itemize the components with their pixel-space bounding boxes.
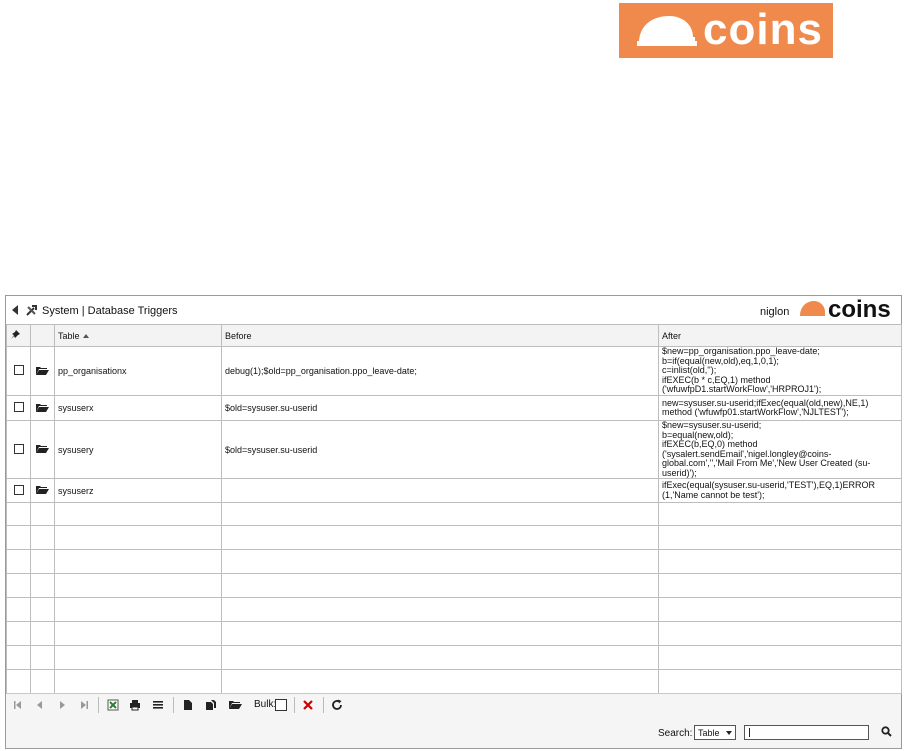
- tools-icon: [26, 305, 37, 316]
- row-checkbox[interactable]: [13, 365, 24, 375]
- logo-text: coins: [703, 5, 823, 54]
- triggers-table: Table Before After pp_organisationx debu…: [6, 324, 902, 694]
- cell-before: $old=sysuser.su-userid: [221, 420, 659, 479]
- empty-row: [6, 549, 902, 574]
- hard-hat-icon: [637, 16, 697, 46]
- cell-table: sysuserx: [54, 395, 222, 421]
- cell-before: [221, 478, 659, 503]
- list-view-icon[interactable]: [151, 698, 165, 712]
- search-input[interactable]: [744, 725, 869, 740]
- row-checkbox[interactable]: [13, 402, 24, 412]
- text-cursor: [749, 728, 750, 737]
- chevron-down-icon: [726, 731, 732, 735]
- cell-before: $old=sysuser.su-userid: [221, 395, 659, 421]
- empty-row: [6, 502, 902, 526]
- search-select-value: Table: [698, 727, 720, 738]
- row-checkbox[interactable]: [13, 484, 24, 495]
- empty-row: [6, 621, 902, 646]
- next-page-icon[interactable]: [56, 698, 68, 712]
- copy-record-icon[interactable]: [204, 698, 218, 712]
- column-header-before[interactable]: Before: [221, 324, 659, 347]
- folder-open-icon[interactable]: [228, 698, 242, 712]
- empty-row: [6, 669, 902, 694]
- mini-logo-text: coins: [828, 296, 891, 323]
- previous-page-icon[interactable]: [34, 698, 46, 712]
- last-page-icon[interactable]: [78, 698, 90, 712]
- bulk-label: Bulk:: [254, 699, 277, 710]
- export-excel-icon[interactable]: [106, 698, 120, 712]
- pin-icon: [11, 330, 20, 339]
- table-row[interactable]: sysusery $old=sysuser.su-userid $new=sys…: [6, 420, 902, 479]
- delete-icon[interactable]: [301, 698, 315, 712]
- grid-toolbar: Bulk:: [6, 693, 901, 717]
- search-icon[interactable]: [881, 726, 892, 737]
- row-checkbox[interactable]: [13, 443, 24, 454]
- empty-row: [6, 573, 902, 598]
- search-label: Search:: [658, 728, 693, 739]
- pin-column-header[interactable]: [6, 324, 31, 347]
- table-row[interactable]: sysuserz ifExec(equal(sysuser.su-userid,…: [6, 478, 902, 503]
- sort-ascending-icon: [82, 334, 89, 339]
- table-row[interactable]: pp_organisationx debug(1);$old=pp_organi…: [6, 346, 902, 396]
- cell-after: $new=pp_organisation.ppo_leave-date; b=if…: [658, 346, 902, 396]
- back-arrow-icon[interactable]: [12, 305, 18, 315]
- refresh-icon[interactable]: [330, 698, 344, 712]
- database-triggers-window: System | Database Triggers niglon coins …: [5, 295, 902, 749]
- cell-table: pp_organisationx: [54, 346, 222, 396]
- coins-logo: coins: [619, 3, 833, 58]
- toolbar-divider: [294, 697, 295, 713]
- cell-after: ifExec(equal(sysuser.su-userid,'TEST'),E…: [658, 478, 902, 503]
- toolbar-divider: [98, 697, 99, 713]
- title-bar: System | Database Triggers niglon coins: [6, 296, 901, 326]
- icon-column-header: [30, 324, 55, 347]
- print-icon[interactable]: [128, 698, 142, 712]
- folder-open-icon[interactable]: [36, 444, 49, 453]
- search-bar: Search: Table: [6, 716, 901, 748]
- table-row[interactable]: sysuserx $old=sysuser.su-userid new=sysu…: [6, 395, 902, 421]
- folder-open-icon[interactable]: [36, 366, 49, 375]
- empty-row: [6, 645, 902, 670]
- toolbar-divider: [173, 697, 174, 713]
- column-header-after[interactable]: After: [658, 324, 902, 347]
- bulk-checkbox[interactable]: [275, 699, 287, 711]
- hard-hat-icon: [800, 301, 825, 316]
- cell-before: debug(1);$old=pp_organisation.ppo_leave-…: [221, 346, 659, 396]
- search-field-select[interactable]: Table: [694, 725, 736, 740]
- empty-row: [6, 525, 902, 550]
- folder-open-icon[interactable]: [36, 403, 49, 412]
- cell-after: new=sysuser.su-userid;ifExec(equal(old,n…: [658, 395, 902, 421]
- cell-after: $new=sysuser.su-userid; b=equal(new,old);…: [658, 420, 902, 479]
- new-record-icon[interactable]: [181, 698, 195, 712]
- folder-open-icon[interactable]: [36, 485, 49, 494]
- table-header-row: Table Before After: [6, 324, 902, 347]
- breadcrumb: System | Database Triggers: [42, 305, 178, 317]
- toolbar-divider: [323, 697, 324, 713]
- column-header-table[interactable]: Table: [54, 324, 222, 347]
- user-name: niglon: [760, 306, 790, 318]
- cell-table: sysuserz: [54, 478, 222, 503]
- empty-row: [6, 597, 902, 622]
- cell-table: sysusery: [54, 420, 222, 479]
- first-page-icon[interactable]: [12, 698, 24, 712]
